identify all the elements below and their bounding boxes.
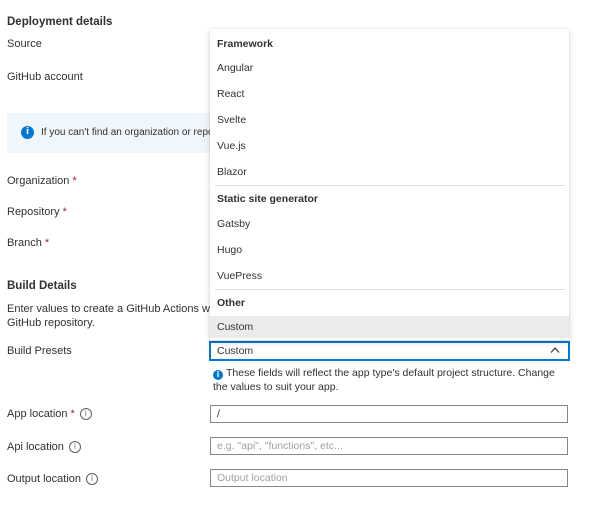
required-marker: * bbox=[62, 206, 67, 218]
dropdown-option-custom[interactable]: Custom bbox=[210, 316, 569, 338]
dropdown-group-header: Static site generator bbox=[217, 193, 318, 205]
build-presets-value: Custom bbox=[217, 345, 254, 357]
info-banner-text: If you can't find an organization or rep… bbox=[41, 127, 214, 138]
app-location-label: App location * i bbox=[7, 408, 92, 421]
github-account-label: GitHub account bbox=[7, 71, 83, 83]
hint-line1: These fields will reflect the app type's… bbox=[226, 367, 555, 379]
hint-line2: the values to suit your app. bbox=[213, 381, 339, 393]
required-marker: * bbox=[44, 237, 50, 249]
app-location-label-text: App location bbox=[7, 408, 68, 420]
app-location-input[interactable] bbox=[210, 405, 568, 423]
info-icon: i bbox=[21, 126, 34, 139]
dropdown-option-angular[interactable]: Angular bbox=[210, 57, 569, 79]
info-icon[interactable]: i bbox=[68, 441, 81, 454]
info-banner: i If you can't find an organization or r… bbox=[7, 113, 217, 153]
chevron-up-icon bbox=[550, 347, 560, 353]
branch-label-text: Branch bbox=[7, 237, 42, 249]
api-location-input[interactable] bbox=[210, 437, 568, 455]
output-location-input[interactable] bbox=[210, 469, 568, 487]
required-marker: * bbox=[70, 408, 75, 420]
dropdown-option-blazor[interactable]: Blazor bbox=[210, 161, 569, 183]
build-details-title: Build Details bbox=[7, 280, 77, 292]
dropdown-group-header: Framework bbox=[217, 38, 274, 50]
repository-label-text: Repository bbox=[7, 206, 60, 218]
dropdown-divider bbox=[215, 185, 565, 186]
organization-label-text: Organization bbox=[7, 175, 70, 187]
required-marker: * bbox=[72, 175, 77, 187]
info-icon[interactable]: i bbox=[79, 408, 92, 421]
build-presets-dropdown: Framework Angular React Svelte Vue.js Bl… bbox=[210, 29, 569, 340]
output-location-label: Output location i bbox=[7, 473, 98, 486]
output-location-label-text: Output location bbox=[7, 473, 81, 485]
organization-label: Organization * bbox=[7, 175, 77, 187]
build-presets-hint: i These fields will reflect the app type'… bbox=[213, 366, 568, 394]
dropdown-option-react[interactable]: React bbox=[210, 83, 569, 105]
dropdown-option-hugo[interactable]: Hugo bbox=[210, 239, 569, 261]
dropdown-divider bbox=[215, 289, 565, 290]
dropdown-option-svelte[interactable]: Svelte bbox=[210, 109, 569, 131]
branch-label: Branch * bbox=[7, 237, 49, 249]
dropdown-option-vuejs[interactable]: Vue.js bbox=[210, 135, 569, 157]
info-icon[interactable]: i bbox=[86, 473, 98, 486]
build-description-line1: Enter values to create a GitHub Actions … bbox=[7, 303, 220, 315]
dropdown-option-gatsby[interactable]: Gatsby bbox=[210, 213, 569, 235]
repository-label: Repository * bbox=[7, 206, 67, 218]
info-icon: i bbox=[213, 370, 223, 380]
dropdown-group-header: Other bbox=[217, 297, 246, 309]
api-location-label-text: Api location bbox=[7, 441, 64, 453]
source-label: Source bbox=[7, 38, 42, 50]
build-description-line2: GitHub repository. bbox=[7, 317, 95, 329]
build-presets-select[interactable]: Custom bbox=[209, 341, 570, 361]
build-presets-label: Build Presets bbox=[7, 345, 72, 357]
build-description: Enter values to create a GitHub Actions … bbox=[7, 302, 220, 330]
api-location-label: Api location i bbox=[7, 441, 81, 454]
deployment-details-title: Deployment details bbox=[7, 16, 113, 28]
dropdown-option-vuepress[interactable]: VuePress bbox=[210, 265, 569, 287]
